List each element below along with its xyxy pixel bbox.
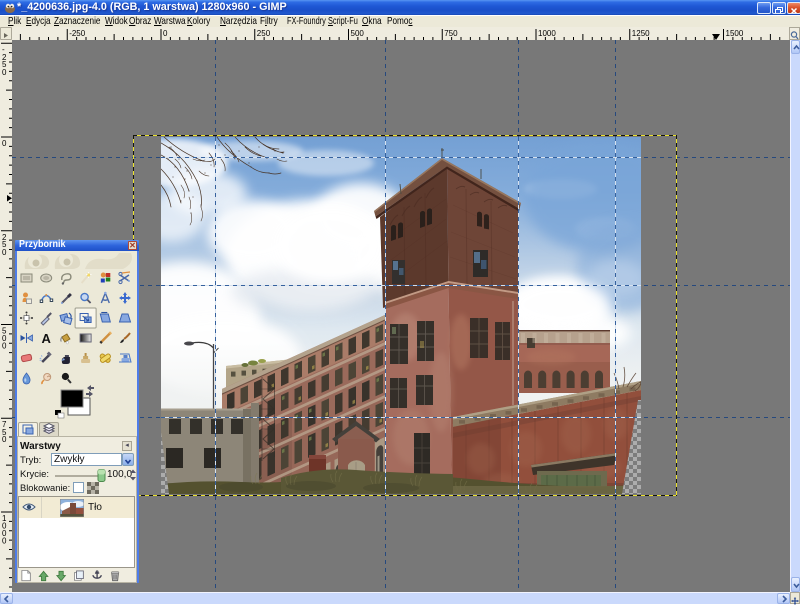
svg-text:-250: -250 — [69, 29, 86, 38]
svg-text:0: 0 — [2, 139, 7, 148]
svg-text:A: A — [42, 331, 52, 346]
svg-text:500: 500 — [351, 29, 365, 38]
svg-text:0: 0 — [2, 248, 7, 257]
svg-text:0: 0 — [2, 537, 7, 546]
svg-text:1500: 1500 — [726, 29, 744, 38]
svg-text:0: 0 — [2, 435, 7, 444]
svg-text:0: 0 — [2, 68, 7, 77]
svg-text:0: 0 — [163, 29, 168, 38]
svg-text:250: 250 — [257, 29, 271, 38]
svg-text:750: 750 — [444, 29, 458, 38]
svg-text:1000: 1000 — [538, 29, 556, 38]
svg-text:0: 0 — [2, 342, 7, 351]
svg-text:1250: 1250 — [632, 29, 650, 38]
